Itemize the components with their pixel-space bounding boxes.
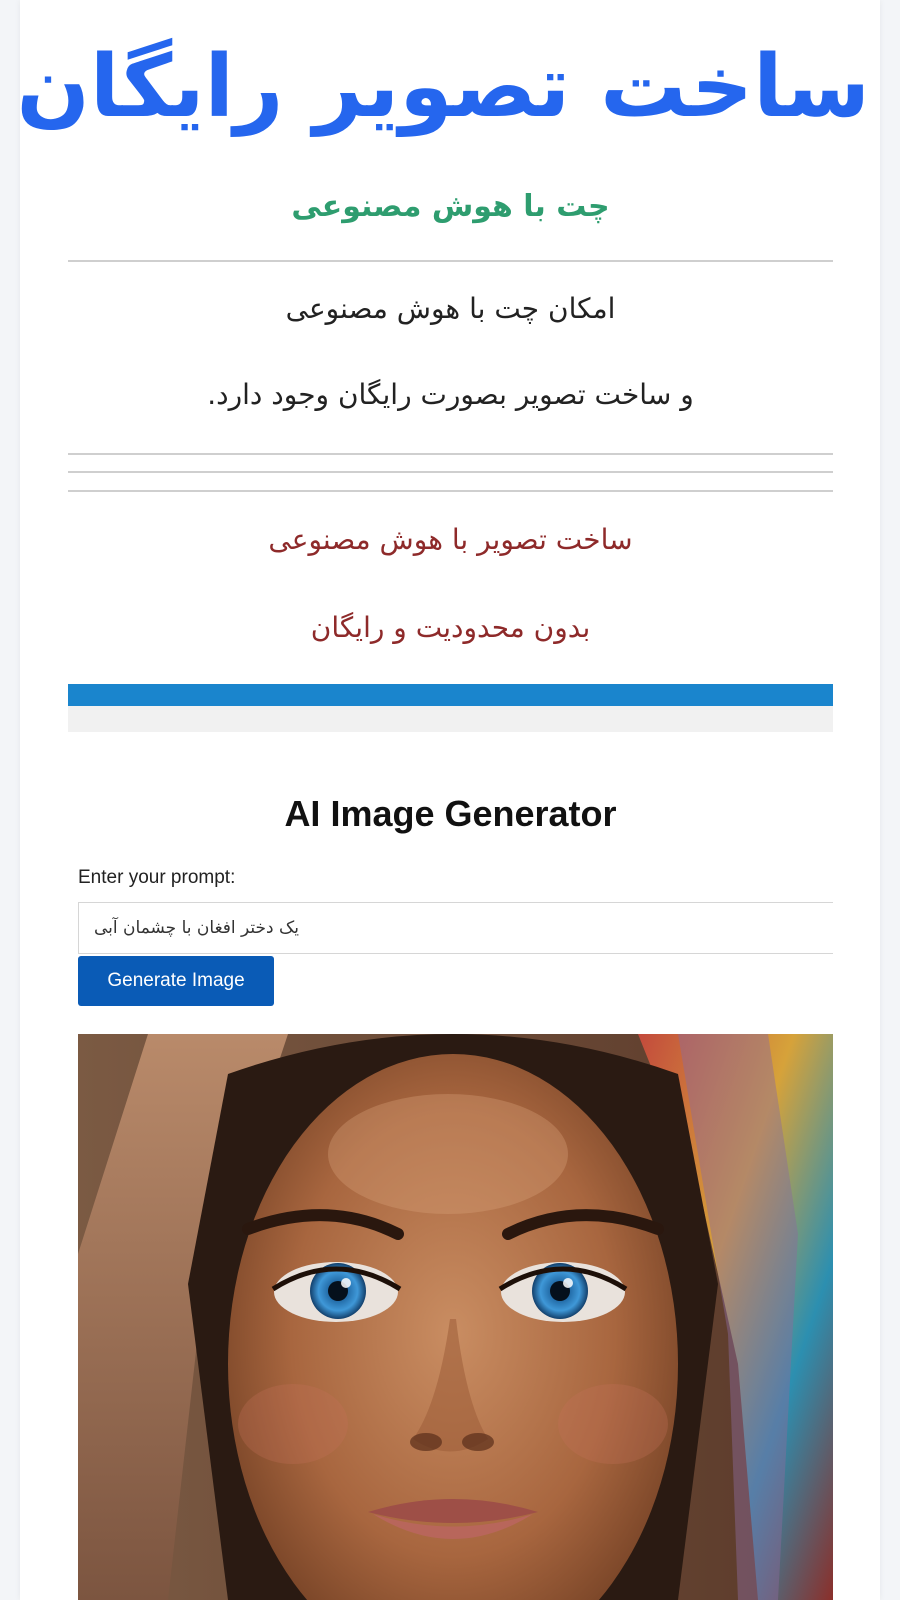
divider <box>68 471 833 473</box>
generated-portrait-image <box>78 1034 833 1600</box>
prompt-field-wrap: یک دختر افغان با چشمان آبی <box>68 902 833 954</box>
prompt-input-value: یک دختر افغان با چشمان آبی <box>94 918 299 938</box>
intro-line-1: امکان چت با هوش مصنوعی <box>285 292 616 325</box>
grey-band <box>68 706 833 732</box>
hero-title: ساخت تصویر رایگان <box>16 37 872 137</box>
promo-line-1: ساخت تصویر با هوش مصنوعی <box>268 523 633 556</box>
divider <box>68 260 833 262</box>
generator-title: AI Image Generator <box>284 793 617 834</box>
generated-image <box>78 1034 833 1600</box>
divider <box>68 453 833 455</box>
generate-image-button[interactable]: Generate Image <box>78 956 274 1006</box>
chat-ai-heading: چت با هوش مصنوعی <box>291 189 610 224</box>
intro-line-2: و ساخت تصویر بصورت رایگان وجود دارد. <box>207 378 694 411</box>
image-generator: AI Image Generator Enter your prompt: یک… <box>68 792 833 1006</box>
prompt-label: Enter your prompt: <box>78 867 236 888</box>
main-content: چت با هوش مصنوعی امکان چت با هوش مصنوعی … <box>68 170 833 1006</box>
divider <box>68 490 833 492</box>
promo-line-2: بدون محدودیت و رایگان <box>310 611 591 644</box>
blue-banner-bar <box>68 684 833 706</box>
